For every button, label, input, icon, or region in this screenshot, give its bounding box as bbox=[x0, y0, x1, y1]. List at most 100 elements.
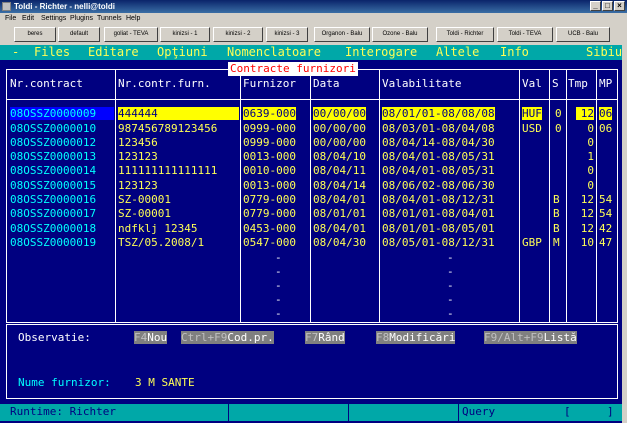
session-button-organon-balu[interactable]: Organon - Balu bbox=[314, 27, 370, 42]
cell-valabilitate[interactable]: 08/01/01-08/04/01 bbox=[382, 207, 495, 220]
cell-furnizor[interactable]: 0999-000 bbox=[243, 136, 296, 149]
cell-furn[interactable]: SZ-00001 bbox=[118, 207, 171, 220]
cell-furnizor[interactable]: 0779-000 bbox=[243, 193, 296, 206]
cell-valabilitate[interactable]: 08/04/01-08/05/31 bbox=[382, 150, 495, 163]
app-menu-interogare[interactable]: Interogare bbox=[345, 45, 417, 60]
menu-file[interactable]: File bbox=[5, 13, 16, 24]
cell-furn[interactable]: ndfklj 12345 bbox=[118, 222, 197, 235]
cell-furnizor[interactable]: 0013-000 bbox=[243, 150, 296, 163]
maximize-button[interactable]: □ bbox=[602, 1, 613, 11]
cell-s[interactable]: M bbox=[553, 236, 560, 249]
cell-valabilitate[interactable]: 08/01/01-08/08/08 bbox=[382, 107, 495, 120]
menu-tunnels[interactable]: Tunnels bbox=[97, 13, 122, 24]
cell-data[interactable]: 00/00/00 bbox=[313, 122, 366, 135]
session-button-ozone-balu[interactable]: Ozone - Balu bbox=[372, 27, 428, 42]
cell-contract[interactable]: 08OSSZ0000015 bbox=[10, 179, 96, 192]
cell-furn[interactable]: 123456 bbox=[118, 136, 158, 149]
app-menu-sibiu[interactable]: Sibiu bbox=[586, 45, 622, 60]
window-scrollbar[interactable] bbox=[622, 45, 627, 423]
session-button-kinizsi-3[interactable]: kinizsi - 3 bbox=[266, 27, 308, 42]
cell-s[interactable]: B bbox=[553, 193, 560, 206]
cell-tmp[interactable]: 0 bbox=[576, 179, 594, 192]
fkey-nou[interactable]: F4Nou bbox=[134, 331, 168, 344]
session-button-beres[interactable]: beres bbox=[14, 27, 56, 42]
cell-data[interactable]: 08/04/01 bbox=[313, 222, 366, 235]
cell-data[interactable]: 00/00/00 bbox=[313, 107, 366, 120]
cell-tmp[interactable]: 12 bbox=[576, 207, 594, 220]
cell-furn[interactable]: 444444 bbox=[118, 107, 239, 120]
cell-furnizor[interactable]: 0010-000 bbox=[243, 164, 296, 177]
close-button[interactable]: × bbox=[614, 1, 625, 11]
cell-s[interactable]: 0 bbox=[555, 107, 562, 120]
cell-tmp[interactable]: 12 bbox=[576, 222, 594, 235]
cell-furn[interactable]: 123123 bbox=[118, 150, 158, 163]
cell-valabilitate[interactable]: 08/06/02-08/06/30 bbox=[382, 179, 495, 192]
fkey-cod-pr[interactable]: Ctrl+F9Cod.pr. bbox=[181, 331, 274, 344]
cell-mp[interactable]: 42 bbox=[599, 222, 612, 235]
cell-valabilitate[interactable]: 08/04/14-08/04/30 bbox=[382, 136, 495, 149]
cell-valabilitate[interactable]: 08/03/01-08/04/08 bbox=[382, 122, 495, 135]
cell-tmp[interactable]: 0 bbox=[576, 122, 594, 135]
cell-furnizor[interactable]: 0013-000 bbox=[243, 179, 296, 192]
cell-furn[interactable]: SZ-00001 bbox=[118, 193, 171, 206]
cell-contract[interactable]: 08OSSZ0000017 bbox=[10, 207, 96, 220]
cell-tmp[interactable]: 0 bbox=[576, 136, 594, 149]
cell-data[interactable]: 08/04/01 bbox=[313, 193, 366, 206]
fkey-rand[interactable]: F7Rând bbox=[305, 331, 345, 344]
cell-data[interactable]: 08/04/11 bbox=[313, 164, 366, 177]
menu-settings[interactable]: Settings bbox=[41, 13, 66, 24]
cell-data[interactable]: 08/01/01 bbox=[313, 207, 366, 220]
cell-data[interactable]: 08/04/30 bbox=[313, 236, 366, 249]
cell-val[interactable]: USD bbox=[522, 122, 542, 135]
fkey-modificari[interactable]: F8Modificări bbox=[376, 331, 456, 344]
cell-tmp[interactable]: 12 bbox=[576, 107, 594, 120]
cell-furn[interactable]: TSZ/05.2008/1 bbox=[118, 236, 204, 249]
menu-help[interactable]: Help bbox=[126, 13, 140, 24]
cell-contract[interactable]: 08OSSZ0000016 bbox=[10, 193, 96, 206]
cell-mp[interactable]: 47 bbox=[599, 236, 612, 249]
cell-s[interactable]: B bbox=[553, 207, 560, 220]
cell-furn[interactable]: 111111111111111 bbox=[118, 164, 217, 177]
cell-valabilitate[interactable]: 08/01/01-08/05/01 bbox=[382, 222, 495, 235]
menu-edit[interactable]: Edit bbox=[22, 13, 34, 24]
cell-contract[interactable]: 08OSSZ0000019 bbox=[10, 236, 96, 249]
cell-furnizor[interactable]: 0999-000 bbox=[243, 122, 296, 135]
session-button-goliat-teva[interactable]: goliat - TEVA bbox=[104, 27, 158, 42]
cell-valabilitate[interactable]: 08/04/01-08/12/31 bbox=[382, 193, 495, 206]
session-button-default[interactable]: default bbox=[58, 27, 100, 42]
session-button-ucb-balu[interactable]: UCB - Balu bbox=[556, 27, 610, 42]
cell-valabilitate[interactable]: 08/04/01-08/05/31 bbox=[382, 164, 495, 177]
menu-plugins[interactable]: Plugins bbox=[70, 13, 93, 24]
cell-furn[interactable]: 123123 bbox=[118, 179, 158, 192]
app-menu-altele[interactable]: Altele bbox=[436, 45, 479, 60]
session-button-toldi-teva[interactable]: Toldi - TEVA bbox=[497, 27, 553, 42]
cell-contract[interactable]: 08OSSZ0000018 bbox=[10, 222, 96, 235]
cell-tmp[interactable]: 12 bbox=[576, 193, 594, 206]
cell-data[interactable]: 08/04/14 bbox=[313, 179, 366, 192]
cell-furnizor[interactable]: 0779-000 bbox=[243, 207, 296, 220]
cell-data[interactable]: 08/04/10 bbox=[313, 150, 366, 163]
cell-furnizor[interactable]: 0639-000 bbox=[243, 107, 296, 120]
app-menu-dash[interactable]: - bbox=[12, 45, 19, 60]
cell-val[interactable]: HUF bbox=[522, 107, 542, 120]
session-button-toldi-richter[interactable]: Toldi - Richter bbox=[436, 27, 494, 42]
session-button-kinizsi-2[interactable]: kinizsi - 2 bbox=[213, 27, 263, 42]
cell-mp[interactable]: 54 bbox=[599, 207, 612, 220]
cell-contract[interactable]: 08OSSZ0000012 bbox=[10, 136, 96, 149]
cell-furnizor[interactable]: 0453-000 bbox=[243, 222, 296, 235]
cell-contract[interactable]: 08OSSZ0000010 bbox=[10, 122, 96, 135]
cell-s[interactable]: B bbox=[553, 222, 560, 235]
cell-tmp[interactable]: 10 bbox=[576, 236, 594, 249]
cell-val[interactable]: GBP bbox=[522, 236, 542, 249]
cell-contract[interactable]: 08OSSZ0000009 bbox=[10, 107, 114, 120]
cell-data[interactable]: 00/00/00 bbox=[313, 136, 366, 149]
fkey-lista[interactable]: F9/Alt+F9Listă bbox=[484, 331, 577, 344]
app-menu-info[interactable]: Info bbox=[500, 45, 529, 60]
cell-mp[interactable]: 06 bbox=[599, 122, 612, 135]
cell-mp[interactable]: 06 bbox=[599, 107, 613, 120]
app-menu-optiuni[interactable]: Opţiuni bbox=[157, 45, 208, 60]
app-menu-files[interactable]: Files bbox=[34, 45, 70, 60]
cell-tmp[interactable]: 0 bbox=[576, 164, 594, 177]
cell-s[interactable]: 0 bbox=[555, 122, 562, 135]
cell-contract[interactable]: 08OSSZ0000013 bbox=[10, 150, 96, 163]
